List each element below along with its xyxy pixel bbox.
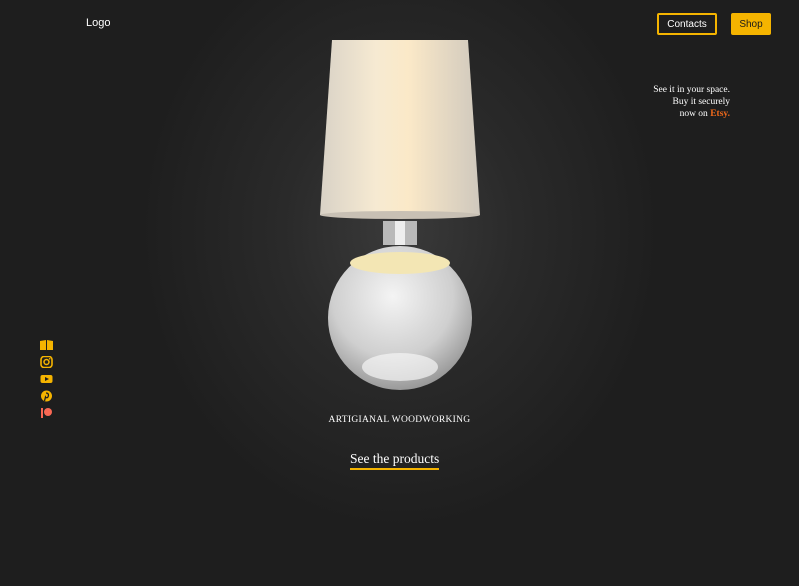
- etsy-promo: See it in your space. Buy it securely no…: [653, 84, 730, 120]
- see-products-link[interactable]: See the products: [350, 451, 440, 470]
- lamp-image: [320, 40, 480, 390]
- promo-line-3: now on Etsy.: [653, 108, 730, 120]
- logo[interactable]: Logo: [86, 17, 110, 29]
- promo-line-1: See it in your space.: [653, 85, 730, 95]
- etsy-link[interactable]: Etsy.: [710, 109, 730, 119]
- book-icon[interactable]: [40, 338, 53, 350]
- hero-tagline: ARTIGIANAL WOODWORKING: [328, 415, 471, 425]
- shop-button[interactable]: Shop: [731, 13, 771, 35]
- promo-line-3-prefix: now on: [679, 109, 711, 119]
- pinterest-icon[interactable]: [40, 389, 53, 402]
- social-links: [40, 338, 53, 418]
- promo-line-2: Buy it securely: [672, 97, 730, 107]
- instagram-icon[interactable]: [40, 355, 53, 369]
- contacts-button[interactable]: Contacts: [657, 13, 717, 35]
- youtube-icon[interactable]: [40, 372, 53, 384]
